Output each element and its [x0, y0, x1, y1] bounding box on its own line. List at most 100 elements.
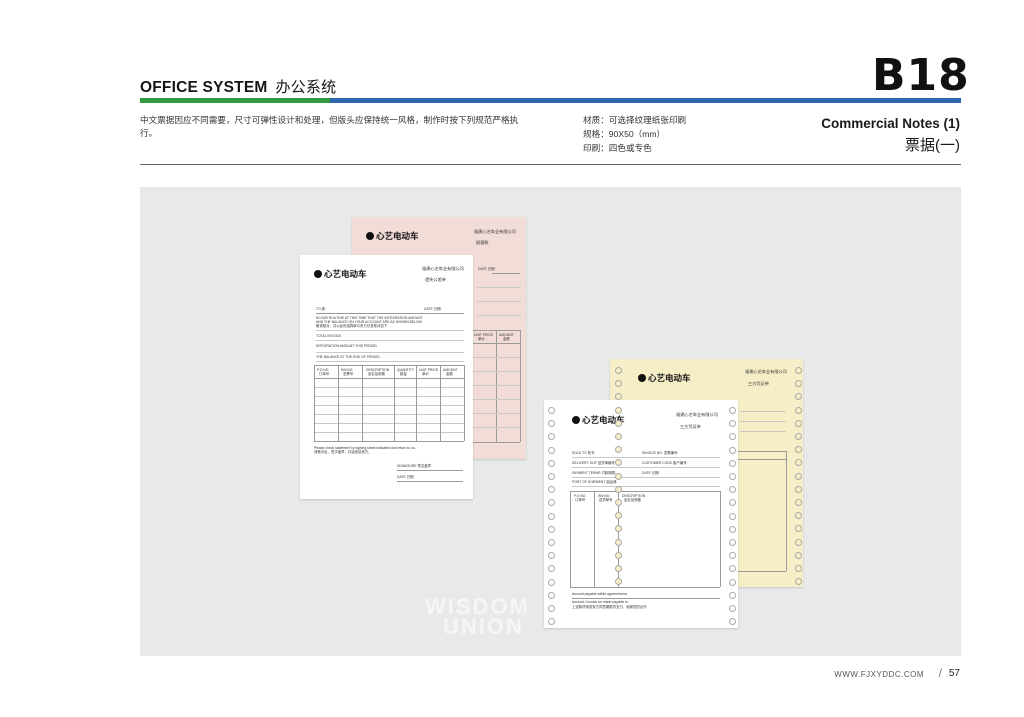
mockup-panel: 心艺电动车 福建心艺车业有限公司 顾客联 DATE 日期: UNIT PRICE… [140, 187, 961, 656]
section-title-cn: 办公系统 [275, 79, 337, 96]
feed-hole [548, 446, 555, 454]
inv-delivery-slip: DELIVERY SLIP 送货单编号: [572, 461, 616, 465]
spec-size: 规格：90X50（mm） [583, 129, 666, 139]
brand-mark-icon [638, 374, 646, 382]
feed-hole [795, 565, 802, 572]
feed-hole [615, 485, 622, 493]
copy-label: 遗失公差单 [425, 277, 446, 282]
doc-title-cn: 票据(一) [905, 137, 960, 154]
feed-hole [548, 512, 555, 520]
inv-port: PORT OF SHIPMENT 起运港 [572, 480, 617, 484]
section-title-en: OFFICE SYSTEM [140, 79, 268, 96]
stmt-note-cn: 请核对后，签字盖章，并返回给我方。 [314, 450, 372, 454]
feed-hole [729, 525, 736, 533]
feed-hole [548, 459, 555, 467]
stmt-intro-cn: 敬请核对，并以此份结算单与贵方记录核对如下 [316, 324, 388, 328]
section-title: OFFICE SYSTEM 办公系统 [140, 76, 336, 97]
feed-hole [615, 565, 622, 572]
col-desc-cn: 品名及规格 [368, 372, 385, 376]
feed-hole [729, 605, 736, 612]
doc-title-en: Commercial Notes (1) [821, 116, 960, 131]
feed-hole [729, 446, 736, 454]
feed-hole [795, 419, 802, 427]
brand-logo: 心艺电动车 [638, 372, 691, 384]
feed-hole [795, 538, 802, 546]
spec-printing: 印刷：四色或专色 [583, 143, 652, 153]
col-amount-cn: 金额 [446, 372, 453, 376]
stmt-to: TO 致: [316, 307, 326, 311]
header-divider [140, 164, 961, 165]
inv-col-inv-cn: 送货单号 [599, 498, 613, 502]
feed-hole [729, 407, 736, 414]
feed-hole [548, 525, 555, 533]
feed-hole [795, 367, 802, 374]
feed-hole [795, 433, 802, 440]
inv-note-1: Amount payable within agreed terms [572, 592, 628, 596]
company-name: 福建心艺车业有限公司 [676, 412, 718, 417]
inv-invoice-no: INVOICE NO. 发票编号: [642, 451, 679, 455]
feed-hole [615, 433, 622, 440]
col-inv-cn: 发票号 [343, 372, 354, 376]
feed-hole [548, 473, 555, 480]
inv-customer-code: CUSTOMER CODE 客户编号: [642, 461, 688, 465]
feed-hole [729, 539, 736, 546]
page-code: B18 [872, 50, 970, 101]
feed-hole [729, 459, 736, 467]
inv-note-3: 上述款项请按双方同意期限内支付，谢谢您的合作 [572, 605, 647, 609]
feed-hole [729, 512, 736, 520]
inv-payment-terms: PAYMENT TERMS 付款期限: [572, 471, 617, 475]
feed-hole [795, 551, 802, 559]
company-name: 福建心艺车业有限公司 [474, 229, 516, 234]
page-separator: / [938, 666, 942, 680]
inv-sold-to: SOLD TO 售予: [572, 451, 596, 455]
feed-hole [615, 499, 622, 506]
stmt-total-invoice: TOTAL INVOICE [316, 334, 342, 338]
brand-mark-icon [366, 232, 374, 240]
feed-hole [795, 485, 802, 493]
watermark: WISDOM UNION [425, 594, 530, 639]
website-url: WWW.FJXYDDC.COM [834, 670, 924, 679]
brand-logo: 心艺电动车 [366, 230, 419, 242]
spec-material: 材质：可选择纹理纸张印刷 [583, 115, 687, 125]
col-amount-cn: 金额 [503, 337, 510, 341]
feed-hole [615, 419, 622, 427]
col-qty-cn: 数量 [400, 372, 407, 376]
col-po-cn: 订单号 [319, 372, 330, 376]
page-number: 57 [948, 668, 960, 679]
stmt-signature: SIGNATURE 签名盖章 [397, 464, 432, 468]
feed-hole [615, 472, 622, 480]
feed-hole [548, 605, 555, 612]
feed-hole [729, 473, 736, 480]
copy-label: 三方凭证单 [748, 381, 769, 386]
feed-hole [729, 578, 736, 586]
white-invoice-sheet: 心艺电动车 福建心艺车业有限公司 三方凭证单 SOLD TO 售予: INVOI… [544, 400, 738, 628]
inv-col-desc-cn: 品名及规格 [624, 498, 641, 502]
feed-hole [795, 406, 802, 414]
feed-hole [548, 591, 555, 599]
green-accent-bar [140, 98, 330, 103]
feed-hole [548, 578, 555, 586]
feed-hole [615, 406, 622, 414]
date-label: DATE 日期: [478, 267, 496, 271]
brand-mark-icon [572, 416, 580, 424]
inv-date: DATE 日期: [642, 471, 660, 475]
feed-hole [615, 367, 622, 374]
inv-col-po-cn: 订单号 [575, 498, 586, 502]
stmt-date: DATE 日期: [424, 307, 442, 311]
feed-hole [729, 591, 736, 599]
white-statement-sheet: 心艺电动车 福建心艺车业有限公司 遗失公差单 TO 致: DATE 日期: IN… [300, 255, 473, 499]
feed-hole [795, 472, 802, 480]
blue-accent-bar [330, 98, 961, 103]
copy-label: 三方凭证单 [680, 424, 701, 429]
col-unit-price-cn: 单价 [478, 337, 485, 341]
copy-label: 顾客联 [476, 240, 489, 245]
col-unit-cn: 单价 [422, 372, 429, 376]
stmt-balance: THE BALANCE AT THE END OF PERIOD [316, 355, 380, 359]
feed-hole [615, 551, 622, 559]
company-name: 福建心艺车业有限公司 [745, 369, 787, 374]
inv-note-2: Amount / Invoice be made payable to [572, 600, 628, 604]
brand-mark-icon [314, 270, 322, 278]
company-name: 福建心艺车业有限公司 [422, 266, 464, 271]
brand-logo: 心艺电动车 [314, 268, 367, 280]
stmt-sign-date: DATE 日期 [397, 475, 414, 479]
